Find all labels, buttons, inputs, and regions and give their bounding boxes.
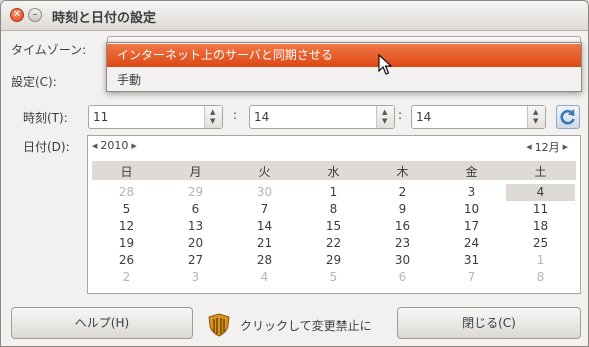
calendar-day[interactable]: 25 [506,235,575,252]
chevron-up-icon: ▲ [533,108,539,116]
prev-year-button[interactable]: ◀ [92,142,97,150]
chevron-down-icon: ▼ [210,117,216,125]
year-navigator: ◀ 2010 ▶ [92,139,137,152]
calendar-header: ◀ 2010 ▶ ◀ 12月 ▶ [88,136,580,156]
help-button[interactable]: ヘルプ(H) [11,307,193,339]
calendar-day[interactable]: 6 [368,269,437,286]
shield-lock-icon [208,313,230,337]
calendar-day[interactable]: 6 [161,201,230,218]
second-stepper[interactable]: ▲ ▼ [527,106,545,128]
calendar-day[interactable]: 5 [92,201,161,218]
lock-label: クリックして変更禁止に [240,318,372,333]
weekday-label: 日 [120,165,133,179]
calendar-day[interactable]: 31 [437,252,506,269]
calendar-day-selected[interactable]: 4 [506,184,575,201]
chevron-down-icon: ▼ [533,117,539,125]
timezone-label: タイムゾーン: [11,43,87,57]
calendar-day[interactable]: 23 [368,235,437,252]
calendar-day[interactable]: 27 [161,252,230,269]
mouse-cursor-icon [378,54,392,75]
prev-month-button[interactable]: ◀ [526,143,531,151]
menu-item-sync-internet[interactable]: インターネット上のサーバと同期させる [107,44,581,67]
calendar-day[interactable]: 2 [368,184,437,201]
calendar-day[interactable]: 7 [437,269,506,286]
calendar-day[interactable]: 19 [92,235,161,252]
calendar-day[interactable]: 12 [92,218,161,235]
hour-value: 11 [93,110,109,124]
calendar[interactable]: ◀ 2010 ▶ ◀ 12月 ▶ 日 月 火 水 木 金 土 28 29 30 1 2 3… [87,135,581,294]
close-button[interactable]: 閉じる(C) [397,307,581,339]
calendar-day[interactable]: 9 [368,201,437,218]
refresh-icon [560,109,575,125]
menu-item-manual[interactable]: 手動 [107,69,581,92]
hour-spinbutton[interactable]: 11 ▲ ▼ [88,105,223,129]
calendar-day[interactable]: 3 [161,269,230,286]
chevron-down-icon: ▼ [382,117,388,125]
next-year-button[interactable]: ▶ [131,142,136,150]
minute-value: 14 [254,110,270,124]
time-separator: : [233,108,238,122]
next-month-button[interactable]: ▶ [563,143,568,151]
hour-stepper[interactable]: ▲ ▼ [204,106,222,128]
calendar-day[interactable]: 8 [506,269,575,286]
calendar-day[interactable]: 17 [437,218,506,235]
calendar-day[interactable]: 13 [161,218,230,235]
calendar-day[interactable]: 18 [506,218,575,235]
time-separator: : [398,108,403,122]
titlebar: ✕ – 時刻と日付の設定 [1,1,588,31]
calendar-day[interactable]: 28 [92,184,161,201]
calendar-day[interactable]: 30 [368,252,437,269]
month-navigator: ◀ 12月 ▶ [526,139,568,155]
weekday-label: 金 [465,165,478,179]
window-title: 時刻と日付の設定 [52,11,157,26]
calendar-day[interactable]: 15 [299,218,368,235]
weekday-label: 水 [327,165,340,179]
calendar-day[interactable]: 5 [299,269,368,286]
weekday-label: 木 [396,165,409,179]
chevron-up-icon: ▲ [382,108,388,116]
calendar-day[interactable]: 3 [437,184,506,201]
calendar-day[interactable]: 1 [506,252,575,269]
weekday-label: 土 [534,165,547,179]
lock-button[interactable]: クリックして変更禁止に [206,312,372,338]
calendar-day[interactable]: 22 [299,235,368,252]
close-icon: ✕ [12,9,22,20]
calendar-day[interactable]: 16 [368,218,437,235]
calendar-year: 2010 [100,139,129,152]
second-spinbutton[interactable]: 14 ▲ ▼ [411,105,546,129]
close-window-button[interactable]: ✕ [10,8,24,22]
calendar-day[interactable]: 11 [506,201,575,218]
minimize-icon: – [32,9,38,20]
settings-label: 設定(C): [11,75,57,89]
time-label: 時刻(T): [23,111,68,125]
calendar-day[interactable]: 29 [299,252,368,269]
calendar-day[interactable]: 21 [230,235,299,252]
second-value: 14 [416,110,432,124]
minute-stepper[interactable]: ▲ ▼ [376,106,394,128]
refresh-time-button[interactable] [556,105,580,129]
calendar-day[interactable]: 29 [161,184,230,201]
calendar-day[interactable]: 10 [437,201,506,218]
minimize-window-button[interactable]: – [28,8,42,22]
weekday-label: 火 [258,165,271,179]
calendar-day[interactable]: 24 [437,235,506,252]
time-date-settings-window: ✕ – 時刻と日付の設定 タイムゾーン: 設定(C): 時刻(T): 11 ▲ ▼… [0,0,589,347]
calendar-day[interactable]: 28 [230,252,299,269]
date-label: 日付(D): [23,140,70,154]
calendar-day[interactable]: 1 [299,184,368,201]
calendar-day[interactable]: 4 [230,269,299,286]
weekday-label: 月 [189,165,202,179]
settings-dropdown-menu: インターネット上のサーバと同期させる 手動 [106,42,582,92]
calendar-day[interactable]: 20 [161,235,230,252]
calendar-day[interactable]: 14 [230,218,299,235]
weekday-header: 日 月 火 水 木 金 土 [92,161,576,180]
chevron-up-icon: ▲ [210,108,216,116]
calendar-day[interactable]: 2 [92,269,161,286]
calendar-day[interactable]: 26 [92,252,161,269]
calendar-day[interactable]: 8 [299,201,368,218]
minute-spinbutton[interactable]: 14 ▲ ▼ [249,105,395,129]
calendar-month: 12月 [534,141,560,154]
calendar-day[interactable]: 7 [230,201,299,218]
calendar-day[interactable]: 30 [230,184,299,201]
